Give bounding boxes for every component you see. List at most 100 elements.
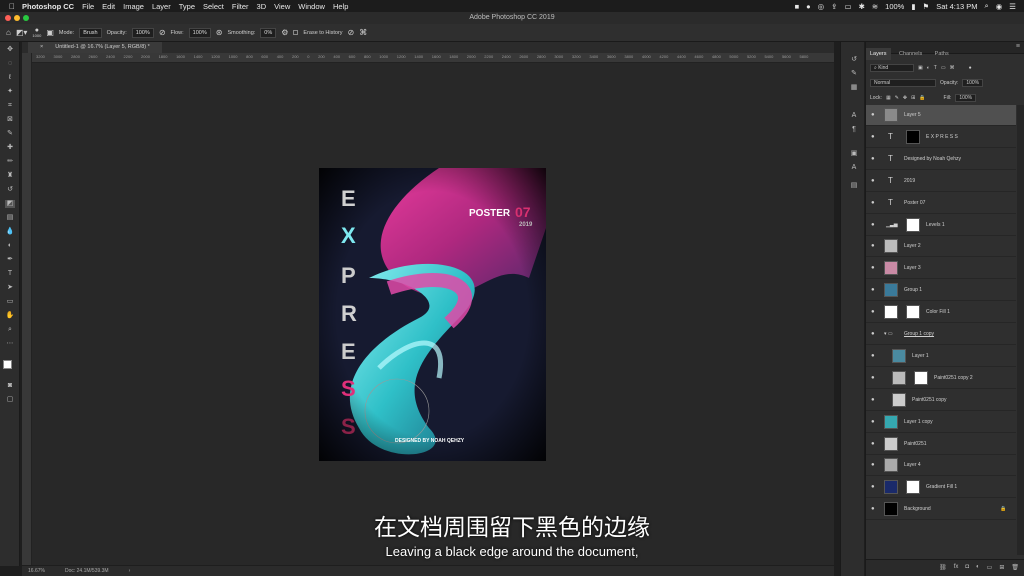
tab-paths[interactable]: Paths — [931, 48, 953, 60]
stamp-tool-icon[interactable]: ♜ — [5, 172, 15, 180]
status-arrow-icon[interactable]: › — [129, 566, 131, 576]
visibility-eye-icon[interactable]: ● — [871, 112, 875, 118]
layer-mask-thumbnail[interactable] — [914, 370, 928, 385]
group-folder-icon[interactable]: ▾ ▭ — [884, 331, 893, 337]
lock-paint-icon[interactable]: ✎ — [895, 95, 899, 101]
lock-position-icon[interactable]: ✥ — [903, 95, 907, 101]
brush-settings-icon[interactable]: ▣ — [46, 28, 54, 37]
visibility-eye-icon[interactable]: ● — [871, 331, 875, 337]
layer-mask-thumbnail[interactable] — [906, 480, 920, 495]
filter-type-icon[interactable]: T — [934, 65, 937, 71]
layer-row[interactable]: ● Layer 4 — [866, 455, 1016, 477]
erase-history-checkbox[interactable] — [293, 30, 299, 35]
wifi-icon[interactable]: ≋ — [872, 2, 878, 11]
visibility-eye-icon[interactable]: ● — [871, 397, 875, 403]
layer-row[interactable]: ● Layer 1 copy — [866, 412, 1016, 433]
battery-percent[interactable]: 100% — [885, 2, 904, 11]
layer-style-icon[interactable]: fx — [954, 564, 959, 572]
layer-row[interactable]: ● Layer 2 — [866, 236, 1016, 258]
crop-tool-icon[interactable]: ⌗ — [5, 102, 15, 110]
magic-wand-icon[interactable]: ✦ — [5, 88, 15, 96]
layer-row[interactable]: ● Group 1 — [866, 280, 1016, 302]
layers-scrollbar[interactable] — [1017, 105, 1024, 555]
quick-mask-icon[interactable]: ◙ — [5, 382, 15, 390]
zoom-level[interactable]: 16.67% — [28, 566, 45, 576]
visibility-eye-icon[interactable]: ● — [871, 441, 875, 447]
menu-layer[interactable]: Layer — [152, 2, 171, 11]
layer-mask-thumbnail[interactable] — [906, 217, 920, 232]
history-panel-icon[interactable]: ↺ — [849, 56, 859, 64]
layer-row[interactable]: ● ▾ ▭ Group 1 copy — [866, 324, 1016, 345]
airplay-icon[interactable]: ▭ — [844, 2, 851, 11]
upload-icon[interactable]: ⇪ — [831, 2, 837, 11]
filter-toggle-icon[interactable]: ● — [969, 65, 972, 71]
character-panel-icon[interactable]: A — [849, 112, 859, 120]
type-tool-icon[interactable]: T — [5, 270, 15, 278]
flow-field[interactable]: 100% — [188, 27, 211, 38]
eraser-tool-icon[interactable]: ◩▾ — [16, 28, 28, 37]
layer-row[interactable]: ● Color Fill 1 — [866, 302, 1016, 324]
filter-kind-select[interactable]: ⌕ Kind — [870, 63, 914, 72]
menu-type[interactable]: Type — [179, 2, 195, 11]
tab-layers[interactable]: Layers — [866, 48, 891, 60]
menu-help[interactable]: Help — [333, 2, 348, 11]
close-tab-icon[interactable]: × — [34, 42, 50, 53]
visibility-eye-icon[interactable]: ● — [871, 287, 875, 293]
more-tools-icon[interactable]: ⋯ — [5, 340, 15, 348]
menu-window[interactable]: Window — [298, 2, 325, 11]
blend-mode-select[interactable]: Normal — [870, 78, 936, 87]
hand-tool-icon[interactable]: ✋ — [5, 312, 15, 320]
vertical-ruler[interactable] — [22, 53, 32, 565]
layer-row[interactable]: ● T 2019 — [866, 171, 1016, 192]
adjust-panel-icon[interactable]: ▦ — [849, 84, 859, 92]
delete-layer-icon[interactable]: 🗑 — [1011, 564, 1019, 572]
sync-icon[interactable]: ◎ — [818, 2, 825, 11]
user-icon[interactable]: ◉ — [996, 2, 1003, 11]
apple-icon[interactable]:  — [9, 2, 15, 11]
lasso-tool-icon[interactable]: ℓ — [5, 74, 15, 82]
minimize-window-button[interactable] — [14, 15, 20, 21]
clock[interactable]: Sat 4:13 PM — [936, 2, 977, 11]
airbrush-icon[interactable]: ⊛ — [216, 28, 223, 37]
home-icon[interactable]: ⌂ — [6, 28, 11, 37]
eyedropper-icon[interactable]: ✎ — [5, 130, 15, 138]
poster-document[interactable]: E X P R E S S POSTER 07 2019 DESIGNED BY… — [319, 168, 546, 461]
bluetooth-icon[interactable]: ✱ — [859, 2, 865, 11]
battery-icon[interactable]: ▮ — [911, 2, 915, 11]
layer-row[interactable]: ● Layer 1 — [866, 346, 1016, 367]
visibility-eye-icon[interactable]: ● — [871, 243, 875, 249]
menu-edit[interactable]: Edit — [102, 2, 115, 11]
path-select-icon[interactable]: ➤ — [5, 284, 15, 292]
lock-all-icon[interactable]: 🔒 — [919, 95, 925, 101]
eraser-tool-icon[interactable]: ◩ — [5, 200, 15, 208]
visibility-eye-icon[interactable]: ● — [871, 265, 875, 271]
glyphs-panel-icon[interactable]: A — [849, 164, 859, 172]
layer-opacity-field[interactable]: 100% — [962, 78, 984, 87]
maximize-window-button[interactable] — [23, 15, 29, 21]
layer-row[interactable]: ● Paint0251 — [866, 434, 1016, 455]
brush-preset-picker[interactable]: ● 1000 — [32, 27, 41, 38]
layer-row[interactable]: ● Layer 5 — [866, 105, 1016, 126]
flag-icon[interactable]: ⚑ — [923, 2, 930, 11]
brush-tool-icon[interactable]: ✏ — [5, 158, 15, 166]
menu-image[interactable]: Image — [123, 2, 144, 11]
swatches-panel-icon[interactable]: ▣ — [849, 150, 859, 158]
menu-view[interactable]: View — [274, 2, 290, 11]
history-brush-icon[interactable]: ↺ — [5, 186, 15, 194]
lock-artboard-icon[interactable]: ⊞ — [911, 95, 915, 101]
close-window-button[interactable] — [5, 15, 11, 21]
gradient-tool-icon[interactable]: ▤ — [5, 214, 15, 222]
visibility-eye-icon[interactable]: ● — [871, 484, 875, 490]
visibility-eye-icon[interactable]: ● — [871, 462, 875, 468]
rectangle-tool-icon[interactable]: ▭ — [5, 298, 15, 306]
mode-select[interactable]: Brush — [79, 27, 102, 38]
layer-mask-thumbnail[interactable] — [906, 305, 920, 320]
pressure-size-icon[interactable]: ⊘ — [348, 28, 355, 37]
menu-list-icon[interactable]: ☰ — [1009, 2, 1016, 11]
libraries-panel-icon[interactable]: ▤ — [849, 182, 859, 190]
menu-3d[interactable]: 3D — [257, 2, 267, 11]
visibility-eye-icon[interactable]: ● — [871, 309, 875, 315]
layer-row[interactable]: ● ▁▃▅ Levels 1 — [866, 215, 1016, 236]
layer-row[interactable]: ● T Designed by Noah Qehzy — [866, 149, 1016, 170]
opacity-field[interactable]: 100% — [131, 27, 154, 38]
